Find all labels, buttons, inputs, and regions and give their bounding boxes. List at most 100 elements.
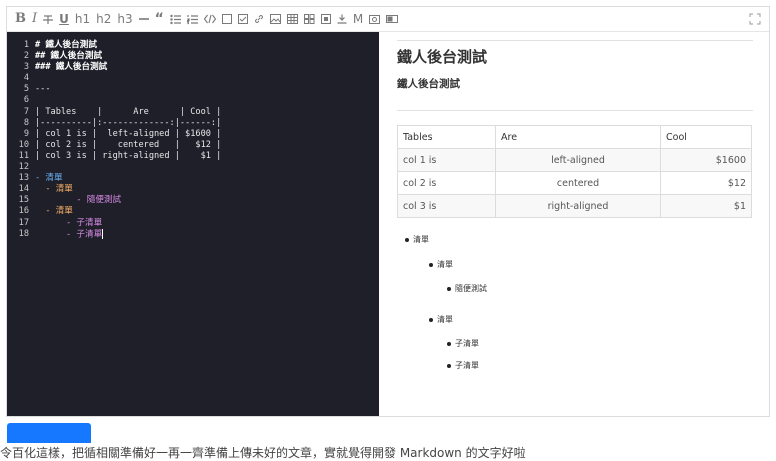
list-item-label: 隨便測試 <box>455 284 487 293</box>
line-number: 9 <box>23 128 29 139</box>
markdown-icon[interactable]: M <box>353 7 363 31</box>
line-number: 5 <box>23 84 29 95</box>
table-cell: right-aligned <box>495 194 661 218</box>
bullet-icon <box>447 341 451 346</box>
code-line: - 清單 <box>35 173 63 184</box>
table-header-cell: Tables <box>397 125 496 149</box>
code-editor[interactable]: 1 2 3 4 5 6 7 8 9 10 11 12 13 14 15 16 1… <box>7 32 379 416</box>
table-cell: $1600 <box>660 148 752 172</box>
line-number: 4 <box>23 73 29 84</box>
line-number: 15 <box>18 195 29 206</box>
code-line: | col 2 is | centered | $12 | <box>35 139 222 150</box>
table-cell: centered <box>495 171 661 195</box>
list-item: 子清單 <box>447 360 479 371</box>
code-line: - 清單 <box>35 184 73 195</box>
preview-heading-2: 鐵人後台測試 <box>397 78 460 90</box>
code-line: | col 1 is | left-aligned | $1600 | <box>35 128 222 139</box>
line-number: 12 <box>18 162 29 173</box>
h3-button[interactable]: h3 <box>117 7 132 31</box>
line-number: 1 <box>23 40 29 50</box>
toggle-icon[interactable] <box>386 7 399 31</box>
ordered-list-icon[interactable] <box>186 7 198 31</box>
code-line: --- <box>35 84 51 95</box>
bullet-icon <box>447 286 451 291</box>
line-number: 2 <box>23 51 29 62</box>
page-body-text: 令百化這樣，把循相關準備好一再一齊準備上傳未好的文章，實就覺得開發 Markdo… <box>0 446 526 460</box>
italic-button[interactable]: I <box>32 7 37 31</box>
image-icon[interactable] <box>269 7 281 31</box>
code-line: |----------|:-------------:|------:| <box>35 117 222 128</box>
bullet-icon <box>447 363 451 368</box>
table-cell: col 3 is <box>397 194 496 218</box>
code-line: | Tables | Are | Cool | <box>35 106 222 117</box>
h1-button[interactable]: h1 <box>75 7 90 31</box>
h2-button[interactable]: h2 <box>96 7 111 31</box>
bullet-icon <box>405 237 409 242</box>
dash-icon[interactable] <box>138 7 149 31</box>
table-row: col 2 is centered $12 <box>397 171 752 195</box>
list-item-label: 清單 <box>437 315 453 324</box>
underline-button[interactable]: U <box>59 7 69 31</box>
table-header-cell: Are <box>495 125 661 149</box>
quote-icon[interactable]: “ <box>155 7 164 31</box>
list-item-label: 清單 <box>413 235 429 244</box>
table-header-cell: Cool <box>660 125 752 149</box>
table-icon[interactable] <box>286 7 298 31</box>
code-line: ### 鐵人後台測試 <box>35 62 108 73</box>
line-number: 8 <box>23 117 29 128</box>
text-cursor <box>102 228 104 239</box>
line-number: 18 <box>18 228 29 239</box>
line-number: 14 <box>18 184 29 195</box>
list-item: 清單 <box>405 234 429 245</box>
download-icon[interactable] <box>337 7 347 31</box>
markdown-editor: B I U h1 h2 h3 “ M 1 2 3 4 5 6 7 8 9 10 … <box>6 6 770 417</box>
preview-table: Tables Are Cool col 1 is left-aligned $1… <box>397 125 752 218</box>
link-icon[interactable] <box>254 7 264 31</box>
checkbox-icon[interactable] <box>221 7 232 31</box>
code-line: # 鐵人後台測試 <box>35 40 97 50</box>
code-line-cursor-row: - 子清單 <box>35 228 221 240</box>
preview-top-divider <box>397 40 753 41</box>
fullscreen-icon[interactable] <box>749 10 761 29</box>
code-icon[interactable] <box>203 7 216 31</box>
line-number: 10 <box>18 139 29 150</box>
table-cell: col 2 is <box>397 171 496 195</box>
strikethrough-icon[interactable] <box>43 7 54 31</box>
grid-icon[interactable] <box>303 7 315 31</box>
bullet-icon <box>429 317 433 322</box>
table-cell: $12 <box>660 171 752 195</box>
code-line: - 子清單 <box>35 217 103 228</box>
line-number-gutter: 1 2 3 4 5 6 7 8 9 10 11 12 13 14 15 16 1… <box>7 40 29 240</box>
preview-icon[interactable] <box>320 7 331 31</box>
list-item: 清單 <box>429 314 453 325</box>
bold-button[interactable]: B <box>15 7 26 31</box>
table-row: col 1 is left-aligned $1600 <box>397 148 752 172</box>
list-item-label: 子清單 <box>455 361 479 370</box>
list-item: 清單 <box>429 259 453 270</box>
table-cell: $1 <box>660 194 752 218</box>
submit-button[interactable] <box>7 423 91 443</box>
markdown-preview: 鐵人後台測試 鐵人後台測試 Tables Are Cool col 1 is l… <box>387 32 769 416</box>
camera-icon[interactable] <box>369 7 381 31</box>
preview-horizontal-rule <box>397 110 753 111</box>
line-number: 7 <box>23 106 29 117</box>
unordered-list-icon[interactable] <box>170 7 181 31</box>
code-line: - 子清單 <box>35 229 103 240</box>
checkbox-checked-icon[interactable] <box>237 7 248 31</box>
line-number: 13 <box>18 173 29 184</box>
code-line: | col 3 is | right-aligned | $1 | <box>35 150 222 161</box>
table-cell: left-aligned <box>495 148 661 172</box>
editor-toolbar: B I U h1 h2 h3 “ M <box>7 7 769 32</box>
list-item: 隨便測試 <box>447 283 487 294</box>
table-header-row: Tables Are Cool <box>397 125 752 149</box>
line-number: 17 <box>18 217 29 228</box>
code-line: ## 鐵人後台測試 <box>35 51 103 62</box>
list-item: 子清單 <box>447 338 479 349</box>
preview-heading-1: 鐵人後台測試 <box>397 48 488 66</box>
table-cell: col 1 is <box>397 148 496 172</box>
line-number: 11 <box>18 150 29 161</box>
bullet-icon <box>429 262 433 267</box>
